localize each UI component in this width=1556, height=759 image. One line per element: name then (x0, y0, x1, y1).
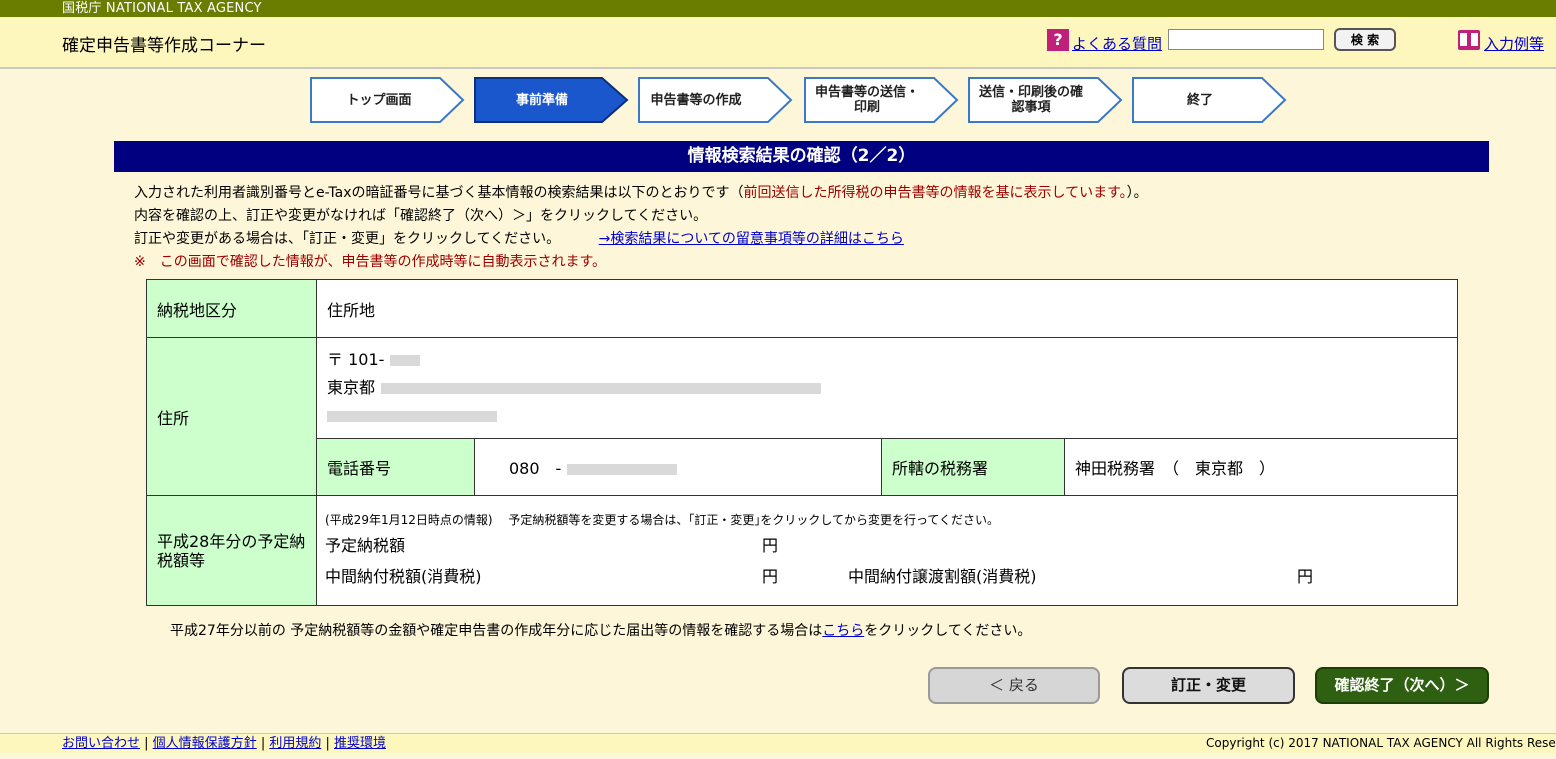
intro-line1: 入力された利用者識別番号とe-Taxの暗証番号に基づく基本情報の検索結果は以下の… (134, 185, 744, 201)
prepay-label: 平成28年分の予定納税額等 (146, 495, 317, 606)
address-value: 〒 101- 東京都 (316, 337, 1458, 439)
step-label: 送信・印刷後の確認事項 (978, 85, 1083, 115)
past-info-link[interactable]: こちら (822, 623, 864, 639)
edit-button[interactable]: 訂正・変更 (1122, 667, 1295, 704)
redacted-text (390, 355, 421, 366)
input-examples-link[interactable]: 入力例等 (1484, 33, 1544, 54)
postal-code: 〒 101- (327, 350, 385, 369)
step-label: 事前準備 (515, 92, 568, 108)
intro-text: 入力された利用者識別番号とe-Taxの暗証番号に基づく基本情報の検索結果は以下の… (134, 182, 1148, 274)
agency-bar: 国税庁 NATIONAL TAX AGENCY (0, 0, 1556, 17)
contact-link[interactable]: お問い合わせ (62, 736, 140, 751)
back-button[interactable]: ＜ 戻る (928, 667, 1100, 704)
auto-display-note: ※ この画面で確認した情報が、申告書等の作成時等に自動表示されます。 (134, 254, 607, 270)
interim-transfer-label: 中間納付譲渡割額(消費税) (848, 567, 1037, 586)
question-icon[interactable]: ? (1047, 29, 1069, 51)
agency-name: 国税庁 NATIONAL TAX AGENCY (62, 1, 262, 16)
search-button[interactable]: 検 索 (1334, 28, 1396, 51)
terms-link[interactable]: 利用規約 (269, 736, 321, 751)
prepay-amount-label: 予定納税額 (325, 536, 406, 555)
prepay-note: (平成29年1月12日時点の情報) 予定納税額等を変更する場合は、｢訂正・変更｣… (325, 513, 1000, 527)
intro-line1-red: 前回送信した所得税の申告書等の情報を基に表示しています。 (743, 185, 1127, 201)
bottom-note: 平成27年分以前の 予定納税額等の金額や確定申告書の作成年分に応じた届出等の情報… (170, 623, 1032, 639)
footer: お問い合わせ | 個人情報保護方針 | 利用規約 | 推奨環境 Copyrigh… (0, 733, 1556, 753)
header: 確定申告書等作成コーナー ? よくある質問 検 索 入力例等 (0, 17, 1556, 69)
details-link[interactable]: →検索結果についての留意事項等の詳細はこちら (599, 231, 904, 247)
address-label: 住所 (146, 337, 317, 496)
intro-line2: 内容を確認の上、訂正や変更がなければ「確認終了（次へ）＞」をクリックしてください… (134, 208, 708, 224)
copyright: Copyright (c) 2017 NATIONAL TAX AGENCY A… (1206, 736, 1556, 750)
step-label: 申告書等の送信・印刷 (814, 85, 919, 115)
interim-tax-label: 中間納付税額(消費税) (325, 567, 482, 586)
basic-info-table: 納税地区分 住所地 住所 〒 101- 東京都 電話番号 080 - 所轄の税務… (146, 279, 1458, 606)
faq-link[interactable]: よくある質問 (1072, 33, 1162, 54)
tax-area-value: 住所地 (316, 279, 1458, 338)
site-title: 確定申告書等作成コーナー (62, 36, 266, 56)
environment-link[interactable]: 推奨環境 (334, 736, 386, 751)
intro-line3: 訂正や変更がある場合は、「訂正・変更」をクリックしてください。 (134, 231, 561, 247)
section-title: 情報検索結果の確認（2／2） (114, 141, 1489, 172)
step-label: 終了 (1186, 92, 1213, 108)
tax-area-label: 納税地区分 (146, 279, 317, 338)
redacted-text (567, 464, 678, 475)
yen-unit: 円 (762, 536, 779, 555)
redacted-text (381, 383, 822, 394)
prepay-value: (平成29年1月12日時点の情報) 予定納税額等を変更する場合は、｢訂正・変更｣… (316, 495, 1458, 606)
book-icon[interactable] (1458, 30, 1480, 50)
yen-unit: 円 (1297, 567, 1314, 586)
prefecture: 東京都 (327, 378, 376, 397)
privacy-link[interactable]: 個人情報保護方針 (153, 736, 257, 751)
footer-links: お問い合わせ | 個人情報保護方針 | 利用規約 | 推奨環境 (62, 736, 387, 751)
step-label: 申告書等の作成 (650, 92, 742, 108)
search-input[interactable] (1168, 29, 1324, 50)
redacted-text (327, 411, 497, 422)
intro-line1-end: ）。 (1126, 185, 1148, 201)
office-value: 神田税務署 （ 東京都 ） (1064, 438, 1458, 496)
confirm-next-button[interactable]: 確認終了（次へ）＞ (1315, 667, 1489, 704)
phone-label: 電話番号 (316, 438, 475, 496)
yen-unit: 円 (762, 567, 779, 586)
office-label: 所轄の税務署 (881, 438, 1065, 496)
phone-value: 080 - (474, 438, 882, 496)
step-label: トップ画面 (346, 92, 412, 108)
